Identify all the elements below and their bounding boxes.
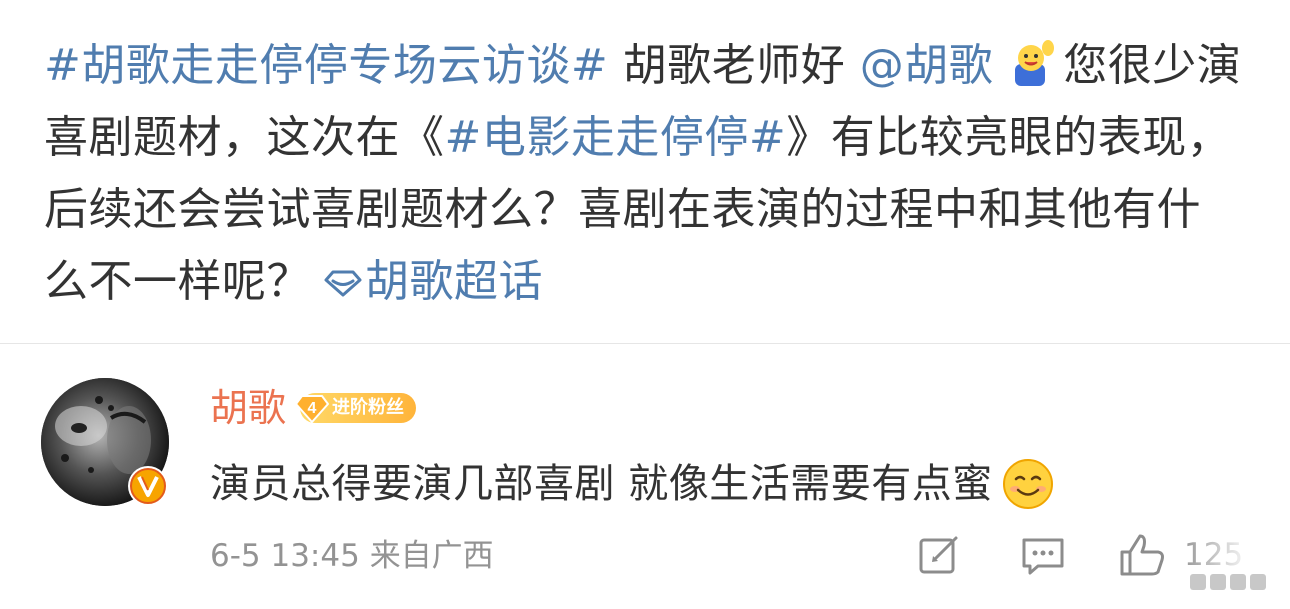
comment-author-name[interactable]: 胡歌 bbox=[210, 382, 286, 434]
watermark-logo bbox=[1190, 574, 1266, 590]
repost-icon[interactable] bbox=[916, 532, 962, 578]
diamond-icon bbox=[324, 270, 362, 297]
comment-meta: 6-5 13:45 来自广西 bbox=[210, 534, 494, 578]
comment-icon[interactable] bbox=[1020, 532, 1066, 578]
comment-location: 来自广西 bbox=[369, 538, 494, 574]
divider bbox=[0, 343, 1290, 344]
chaohua-link[interactable]: 胡歌超话 bbox=[365, 256, 543, 307]
comment: 胡歌 4 进阶粉丝 演员总得要演几部喜剧 就像生活需要有点蜜 bbox=[210, 382, 1250, 512]
smile-emoji-icon bbox=[1002, 459, 1053, 509]
post-greeting: 胡歌老师好 bbox=[608, 40, 846, 91]
fan-level-diamond-icon: 4 bbox=[295, 395, 330, 423]
fan-level-number: 4 bbox=[308, 400, 317, 417]
wave-hand-emoji-icon bbox=[1015, 40, 1055, 86]
comment-header: 胡歌 4 进阶粉丝 bbox=[210, 382, 1250, 434]
comment-date: 6-5 13:45 bbox=[210, 538, 360, 574]
topic-tag-link[interactable]: #胡歌走走停停专场云访谈# bbox=[44, 40, 608, 91]
fan-badge-label: 进阶粉丝 bbox=[332, 397, 405, 418]
fan-level-badge[interactable]: 4 进阶粉丝 bbox=[295, 393, 417, 423]
mention-link[interactable]: @胡歌 bbox=[860, 40, 994, 91]
edge-fade bbox=[1180, 520, 1290, 609]
like-thumb-icon[interactable] bbox=[1118, 532, 1168, 578]
post-body: #胡歌走走停停专场云访谈# 胡歌老师好 @胡歌 您很少演喜剧题材，这次在《#电影… bbox=[44, 30, 1244, 318]
movie-tag-link[interactable]: #电影走走停停# bbox=[445, 112, 787, 163]
verified-v-badge-icon bbox=[128, 466, 168, 506]
comment-text: 演员总得要演几部喜剧 就像生活需要有点蜜 bbox=[210, 461, 993, 507]
comment-text-row: 演员总得要演几部喜剧 就像生活需要有点蜜 bbox=[210, 456, 1250, 512]
